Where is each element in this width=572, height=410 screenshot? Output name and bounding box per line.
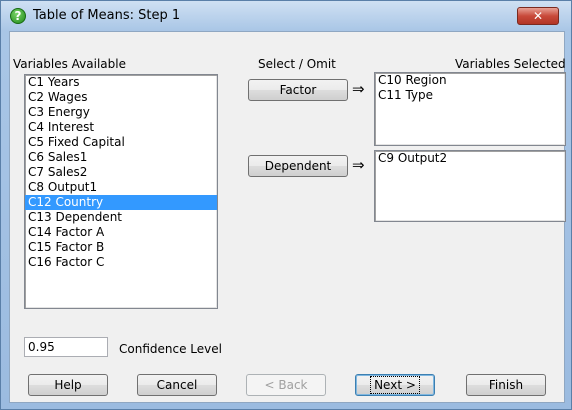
cancel-button-label: Cancel	[156, 378, 198, 392]
factor-button[interactable]: Factor	[248, 79, 348, 101]
dependent-list[interactable]: C9 Output2	[374, 150, 566, 222]
list-item[interactable]: C9 Output2	[375, 151, 565, 166]
close-button[interactable]: ✕	[517, 7, 559, 25]
list-item[interactable]: C15 Factor B	[25, 240, 217, 255]
list-item[interactable]: C12 Country	[25, 195, 217, 210]
list-item[interactable]: C3 Energy	[25, 105, 217, 120]
dependent-button-label: Dependent	[264, 159, 332, 173]
list-item[interactable]: C8 Output1	[25, 180, 217, 195]
title-bar[interactable]: ? Table of Means: Step 1 ✕	[1, 1, 571, 31]
variables-available-list[interactable]: C1 Years C2 Wages C3 Energy C4 Interest C5 F…	[24, 74, 218, 309]
list-item[interactable]: C5 Fixed Capital	[25, 135, 217, 150]
right-double-arrow-icon: ⇒	[352, 156, 365, 174]
dialog-window: ? Table of Means: Step 1 ✕ Variables Ava…	[0, 0, 572, 410]
list-item[interactable]: C11 Type	[375, 88, 565, 103]
list-item[interactable]: C4 Interest	[25, 120, 217, 135]
list-item[interactable]: C2 Wages	[25, 90, 217, 105]
help-button-label: Help	[54, 378, 82, 392]
variables-selected-label: Variables Selected	[455, 57, 566, 71]
finish-button[interactable]: Finish	[466, 374, 546, 396]
next-button[interactable]: Next >	[355, 374, 435, 396]
variables-available-label: Variables Available	[13, 57, 126, 71]
close-icon: ✕	[532, 9, 544, 23]
factor-button-label: Factor	[279, 83, 317, 97]
next-button-label: Next >	[370, 376, 420, 394]
confidence-level-input[interactable]: 0.95	[24, 337, 108, 357]
list-item[interactable]: C10 Region	[375, 73, 565, 88]
dependent-button[interactable]: Dependent	[248, 155, 348, 177]
cancel-button[interactable]: Cancel	[137, 374, 217, 396]
right-double-arrow-icon: ⇒	[352, 80, 365, 98]
back-button-label: < Back	[264, 378, 308, 392]
list-item[interactable]: C1 Years	[25, 75, 217, 90]
select-omit-label: Select / Omit	[258, 57, 336, 71]
help-question-icon: ?	[10, 8, 26, 24]
list-item[interactable]: C16 Factor C	[25, 255, 217, 270]
back-button[interactable]: < Back	[246, 374, 326, 396]
list-item[interactable]: C7 Sales2	[25, 165, 217, 180]
list-item[interactable]: C13 Dependent	[25, 210, 217, 225]
list-item[interactable]: C6 Sales1	[25, 150, 217, 165]
factor-list[interactable]: C10 Region C11 Type	[374, 72, 566, 146]
confidence-level-label: Confidence Level	[119, 342, 222, 356]
help-button[interactable]: Help	[28, 374, 108, 396]
finish-button-label: Finish	[488, 378, 524, 392]
dialog-client-area: Variables Available Select / Omit Variab…	[9, 31, 566, 403]
window-title: Table of Means: Step 1	[33, 8, 181, 23]
list-item[interactable]: C14 Factor A	[25, 225, 217, 240]
